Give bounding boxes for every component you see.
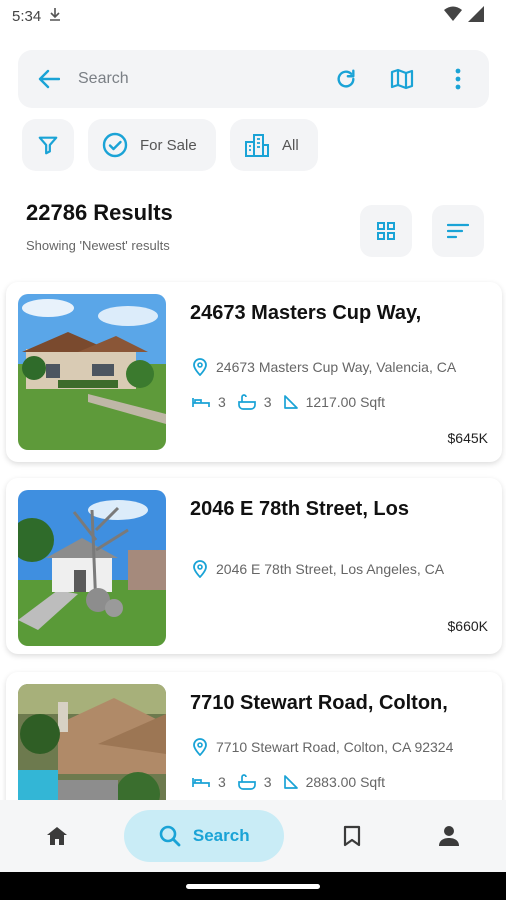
grid-icon xyxy=(377,222,395,240)
arrow-left-icon xyxy=(38,69,60,89)
nav-search[interactable]: Search xyxy=(124,810,285,862)
listing-specs: 3 3 1217.00 Sqft xyxy=(192,394,389,410)
area-spec: 2883.00 Sqft xyxy=(283,774,385,790)
listing-card[interactable]: 24673 Masters Cup Way, 24673 Masters Cup… xyxy=(6,282,502,462)
bottom-nav: Search xyxy=(0,800,506,872)
map-button[interactable] xyxy=(387,64,417,94)
listing-price: $660K xyxy=(447,618,488,634)
signal-icon xyxy=(468,5,484,27)
grid-view-button[interactable] xyxy=(360,205,412,257)
back-button[interactable] xyxy=(34,64,64,94)
beds-value: 3 xyxy=(218,774,226,790)
listing-address: 2046 E 78th Street, Los Angeles, CA xyxy=(192,560,444,578)
more-options-button[interactable] xyxy=(443,64,473,94)
results-header: 22786 Results Showing 'Newest' results xyxy=(26,200,173,253)
listing-card[interactable]: 2046 E 78th Street, Los 2046 E 78th Stre… xyxy=(6,478,502,654)
bookmark-icon xyxy=(343,825,360,847)
bed-icon xyxy=(192,778,210,787)
filter-icon xyxy=(38,136,58,155)
listing-address: 7710 Stewart Road, Colton, CA 92324 xyxy=(192,738,453,756)
ruler-triangle-icon xyxy=(283,775,298,789)
listing-photo xyxy=(18,490,166,646)
listing-address: 24673 Masters Cup Way, Valencia, CA xyxy=(192,358,456,376)
all-label: All xyxy=(282,136,299,154)
listing-title: 24673 Masters Cup Way, xyxy=(190,302,422,324)
sqft-value: 1217.00 Sqft xyxy=(305,394,385,410)
listing-photo xyxy=(18,684,166,800)
download-icon xyxy=(49,7,61,25)
listing-photo xyxy=(18,294,166,450)
location-pin-icon xyxy=(193,560,207,578)
check-circle-icon xyxy=(102,132,128,158)
baths-value: 3 xyxy=(263,394,272,410)
filter-button[interactable] xyxy=(22,119,74,171)
nav-saved[interactable] xyxy=(322,810,382,862)
beds-spec: 3 xyxy=(192,774,226,790)
search-input[interactable]: Search xyxy=(78,70,331,88)
baths-spec: 3 xyxy=(237,774,272,790)
bathtub-icon xyxy=(237,394,256,410)
status-time: 5:34 xyxy=(12,7,42,25)
person-icon xyxy=(439,826,460,846)
address-text: 24673 Masters Cup Way, Valencia, CA xyxy=(216,359,457,375)
sort-button[interactable] xyxy=(432,205,484,257)
view-controls xyxy=(360,205,484,257)
listing-card[interactable]: 7710 Stewart Road, Colton, 7710 Stewart … xyxy=(6,672,502,800)
baths-spec: 3 xyxy=(237,394,272,410)
home-icon xyxy=(46,827,67,845)
buildings-icon xyxy=(245,134,269,157)
results-subtitle: Showing 'Newest' results xyxy=(26,238,170,253)
listing-price: $645K xyxy=(447,430,488,446)
listing-title: 7710 Stewart Road, Colton, xyxy=(190,692,448,714)
beds-spec: 3 xyxy=(192,394,226,410)
refresh-button[interactable] xyxy=(331,64,361,94)
map-icon xyxy=(390,68,414,90)
listing-title: 2046 E 78th Street, Los xyxy=(190,498,409,520)
refresh-icon xyxy=(337,69,355,88)
sqft-value: 2883.00 Sqft xyxy=(305,774,385,790)
location-pin-icon xyxy=(193,738,207,756)
listing-list: 24673 Masters Cup Way, 24673 Masters Cup… xyxy=(0,276,506,800)
baths-value: 3 xyxy=(263,774,272,790)
address-text: 7710 Stewart Road, Colton, CA 92324 xyxy=(216,739,454,755)
results-count: 22786 Results xyxy=(26,200,173,225)
gesture-bar xyxy=(0,872,506,900)
bed-icon xyxy=(192,398,210,407)
nav-profile[interactable] xyxy=(419,810,479,862)
status-bar: 5:34 xyxy=(0,0,506,32)
area-spec: 1217.00 Sqft xyxy=(283,394,385,410)
wifi-icon xyxy=(444,6,462,27)
home-indicator[interactable] xyxy=(186,883,320,889)
property-type-chip[interactable]: All xyxy=(230,119,318,171)
listing-specs: 3 3 2883.00 Sqft xyxy=(192,774,389,790)
location-pin-icon xyxy=(193,358,207,376)
nav-home[interactable] xyxy=(27,810,87,862)
search-icon xyxy=(159,825,181,847)
for-sale-chip[interactable]: For Sale xyxy=(88,119,216,171)
bathtub-icon xyxy=(237,774,256,790)
more-vertical-icon xyxy=(455,68,461,90)
for-sale-label: For Sale xyxy=(140,136,197,154)
beds-value: 3 xyxy=(218,394,226,410)
address-text: 2046 E 78th Street, Los Angeles, CA xyxy=(216,561,445,577)
nav-search-label: Search xyxy=(192,826,250,845)
search-bar: Search xyxy=(18,50,489,108)
filter-chips: For Sale All xyxy=(22,119,318,171)
ruler-triangle-icon xyxy=(283,395,298,409)
sort-icon xyxy=(447,223,469,239)
